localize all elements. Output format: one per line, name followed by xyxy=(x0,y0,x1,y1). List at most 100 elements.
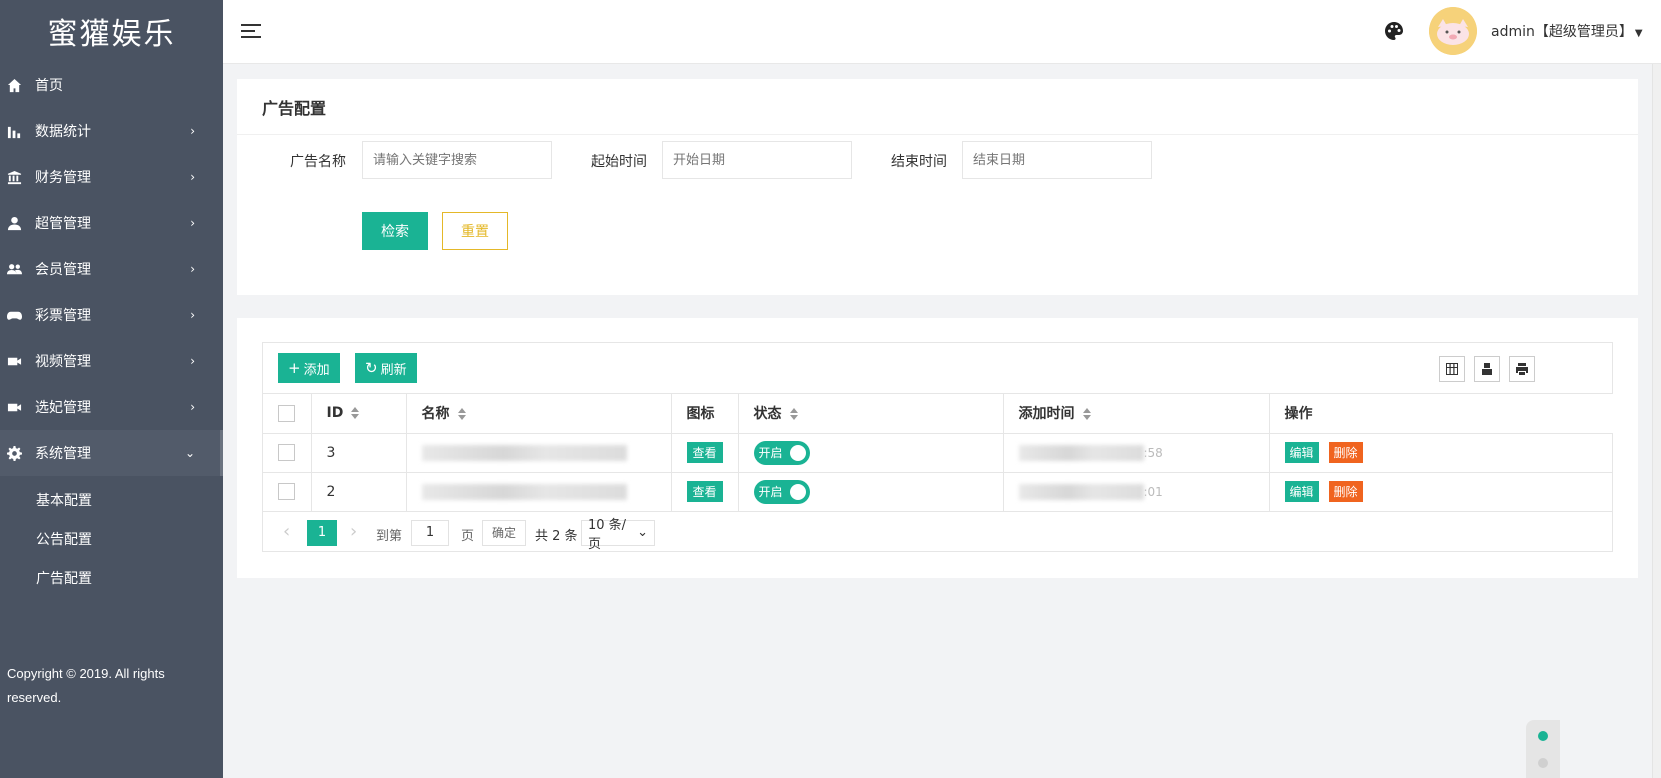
status-toggle[interactable]: 开启 xyxy=(753,479,810,504)
row-checkbox[interactable] xyxy=(278,483,295,500)
page-number-input[interactable] xyxy=(411,519,449,546)
end-time-label: 结束时间 xyxy=(891,154,947,170)
export-icon[interactable] xyxy=(1474,356,1500,382)
delete-button[interactable]: 删除 xyxy=(1328,442,1363,463)
user-menu[interactable]: admin【超级管理员】 ▼ xyxy=(1491,21,1643,41)
confirm-page-button[interactable]: 确定 xyxy=(482,519,526,546)
chevron-down-icon: ⌄ xyxy=(184,446,195,460)
blurred-time xyxy=(1018,483,1144,500)
sort-icon[interactable] xyxy=(351,407,360,420)
table-header-row: ID 名称 图标 状态 添加时间 操作 xyxy=(263,394,1613,434)
edit-button[interactable]: 编辑 xyxy=(1284,442,1319,463)
page-size-select[interactable]: 10 条/页 ⌄ xyxy=(581,518,655,552)
reset-button[interactable]: 重置 xyxy=(442,212,508,250)
view-icon-button[interactable]: 查看 xyxy=(686,442,723,463)
row-select-cell xyxy=(263,472,312,512)
column-header-label: ID xyxy=(326,405,344,422)
row-status-cell: 开启 xyxy=(738,433,1004,473)
sidebar-submenu-system: 基本配置 公告配置 广告配置 xyxy=(0,476,223,597)
column-header-label: 操作 xyxy=(1284,406,1313,423)
column-header-actions: 操作 xyxy=(1269,394,1613,434)
sort-icon[interactable] xyxy=(457,408,466,421)
sort-icon[interactable] xyxy=(1082,408,1091,421)
home-icon xyxy=(6,77,22,93)
copyright: Copyright © 2019. All rights reserved. xyxy=(7,666,165,705)
column-header-id[interactable]: ID xyxy=(311,394,407,434)
blurred-time xyxy=(1018,444,1144,461)
gear-icon xyxy=(6,445,22,461)
edit-button[interactable]: 编辑 xyxy=(1284,481,1319,502)
floating-widget[interactable] xyxy=(1526,720,1560,778)
video-icon xyxy=(6,353,22,369)
page-size-value: 10 条/页 xyxy=(588,517,627,552)
column-header-name[interactable]: 名称 xyxy=(406,394,672,434)
search-button[interactable]: 检索 xyxy=(362,212,428,250)
start-date-input[interactable] xyxy=(662,141,852,179)
end-date-input[interactable] xyxy=(962,141,1152,179)
scrollbar[interactable] xyxy=(1652,64,1661,778)
user-icon xyxy=(6,215,22,231)
print-icon[interactable] xyxy=(1509,356,1535,382)
sidebar-subitem-ad-config[interactable]: 广告配置 xyxy=(0,558,223,597)
row-id: 3 xyxy=(311,433,407,473)
view-icon-button[interactable]: 查看 xyxy=(686,481,723,502)
sidebar-subitem-basic-config[interactable]: 基本配置 xyxy=(0,480,223,519)
menu-toggle-icon[interactable] xyxy=(241,21,265,41)
app-logo[interactable]: 蜜獾娱乐 xyxy=(0,0,223,62)
ad-name-input[interactable] xyxy=(362,141,552,179)
sidebar-item-label: 系统管理 xyxy=(35,446,91,462)
sort-icon[interactable] xyxy=(789,408,798,421)
column-header-status[interactable]: 状态 xyxy=(738,394,1004,434)
status-toggle-label: 开启 xyxy=(758,446,783,460)
users-icon xyxy=(6,261,22,277)
page-title: 广告配置 xyxy=(237,79,1638,135)
bank-icon xyxy=(6,169,22,185)
sidebar-menu: 首页 数据统计 › 财务管理 › 超管管理 › 会员管理 › 彩票管理 › 视频… xyxy=(0,62,223,476)
sidebar-item-label: 视频管理 xyxy=(35,354,91,370)
blurred-name xyxy=(421,444,627,461)
row-status-cell: 开启 xyxy=(738,472,1004,512)
status-toggle-label: 开启 xyxy=(758,485,783,499)
sidebar-item-selection[interactable]: 选妃管理 › xyxy=(0,384,223,430)
table-row: 3 查看 开启 :58 编辑 删除 xyxy=(263,433,1613,473)
select-all-cell xyxy=(263,394,312,434)
sidebar-item-label: 超管管理 xyxy=(35,216,91,232)
chevron-right-icon: › xyxy=(190,262,195,276)
sidebar-item-system[interactable]: 系统管理 ⌄ xyxy=(0,430,223,476)
column-header-label: 状态 xyxy=(753,406,782,423)
time-tail: :58 xyxy=(1143,445,1163,460)
add-button[interactable]: + 添加 xyxy=(278,353,340,383)
sidebar-item-data-stats[interactable]: 数据统计 › xyxy=(0,108,223,154)
next-page-icon[interactable]: › xyxy=(350,521,357,542)
column-header-added-time[interactable]: 添加时间 xyxy=(1003,394,1270,434)
row-checkbox[interactable] xyxy=(278,444,295,461)
page-current[interactable]: 1 xyxy=(307,519,337,546)
row-name xyxy=(406,472,672,512)
caret-down-icon: ▼ xyxy=(1634,28,1643,39)
select-all-checkbox[interactable] xyxy=(278,404,295,422)
sidebar-item-members[interactable]: 会员管理 › xyxy=(0,246,223,292)
status-dot-icon xyxy=(1538,731,1548,741)
delete-button[interactable]: 删除 xyxy=(1328,481,1363,502)
row-icon-cell: 查看 xyxy=(671,472,739,512)
sidebar-item-lottery[interactable]: 彩票管理 › xyxy=(0,292,223,338)
row-actions: 编辑 删除 xyxy=(1269,472,1613,512)
palette-icon[interactable] xyxy=(1384,21,1404,41)
sidebar-subitem-notice-config[interactable]: 公告配置 xyxy=(0,519,223,558)
refresh-button[interactable]: ↻ 刷新 xyxy=(355,353,417,383)
data-table: ID 名称 图标 状态 添加时间 操作 3 查看 开启 :58 编辑 删除 2 … xyxy=(263,394,1613,512)
row-added-time: :01 xyxy=(1003,472,1270,512)
sidebar-item-super-admin[interactable]: 超管管理 › xyxy=(0,200,223,246)
chevron-right-icon: › xyxy=(190,354,195,368)
status-toggle[interactable]: 开启 xyxy=(753,440,810,465)
goto-label: 到第 xyxy=(376,528,403,544)
time-tail: :01 xyxy=(1143,484,1163,499)
pagination: ‹ 1 › 到第 页 确定 共 2 条 10 条/页 ⌄ xyxy=(263,512,1612,553)
sidebar-item-video[interactable]: 视频管理 › xyxy=(0,338,223,384)
prev-page-icon[interactable]: ‹ xyxy=(283,521,290,542)
sidebar-item-home[interactable]: 首页 xyxy=(0,62,223,108)
sidebar-item-finance[interactable]: 财务管理 › xyxy=(0,154,223,200)
columns-icon[interactable] xyxy=(1439,356,1465,382)
avatar[interactable] xyxy=(1429,7,1477,55)
sidebar-item-label: 数据统计 xyxy=(35,124,91,140)
